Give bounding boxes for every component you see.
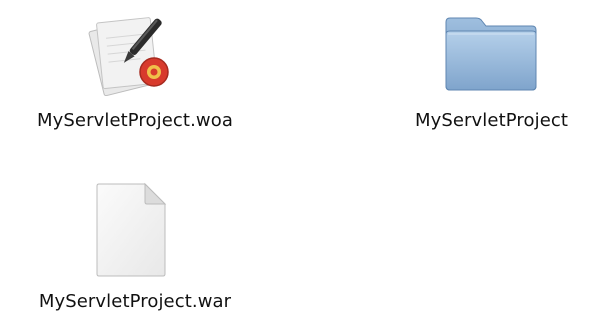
file-name-label: MyServletProject	[414, 110, 569, 131]
file-item-folder[interactable]: MyServletProject	[380, 0, 589, 150]
document-icon	[96, 182, 167, 277]
folder-icon	[445, 17, 537, 91]
file-name-label: MyServletProject.war	[38, 291, 232, 312]
file-item-war[interactable]: MyServletProject.war	[0, 170, 270, 320]
file-item-woa[interactable]: MyServletProject.woa	[0, 0, 270, 150]
woa-bundle-icon	[88, 17, 169, 96]
file-name-label: MyServletProject.woa	[37, 110, 233, 131]
